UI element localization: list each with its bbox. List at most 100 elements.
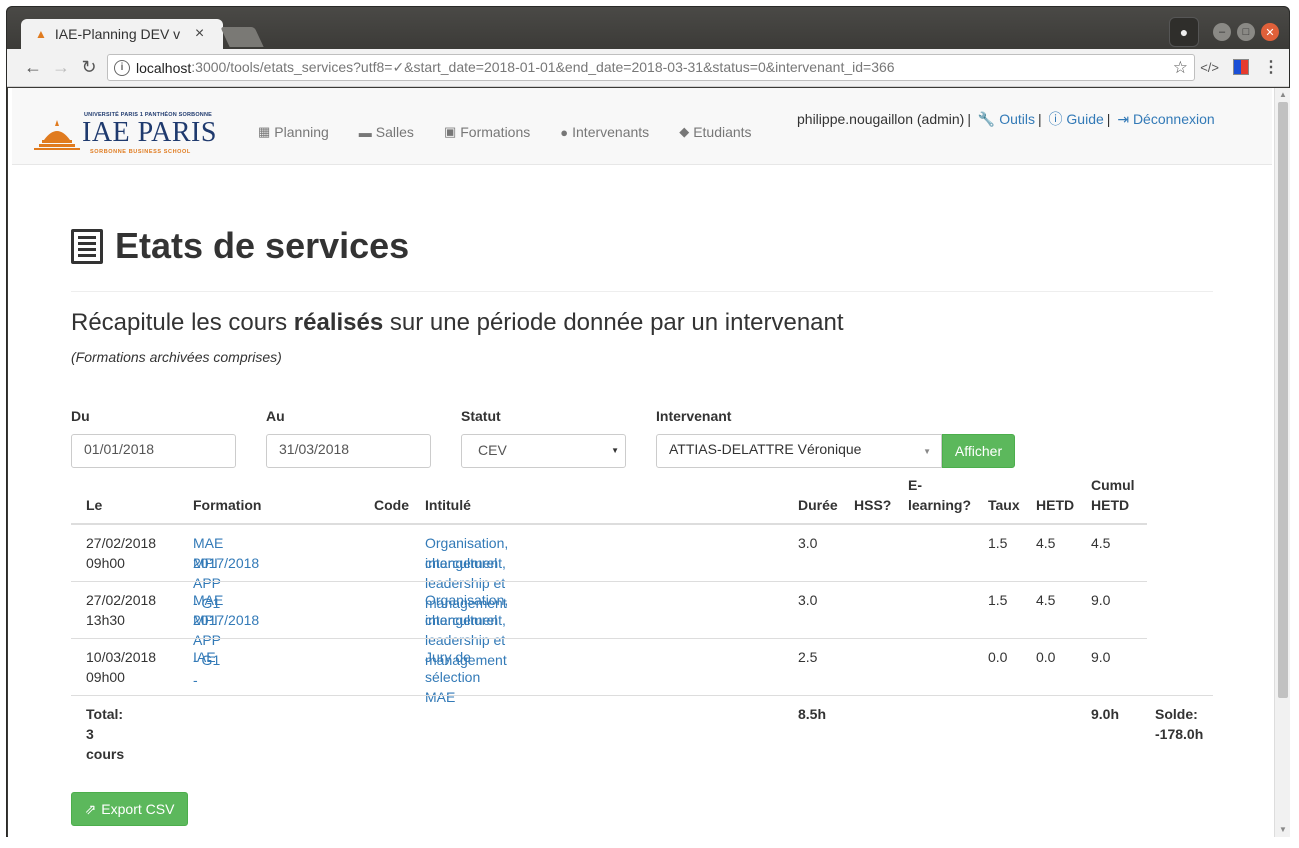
- user-area: philippe.nougaillon (admin) | 🔧 Outils | ⓘ…: [797, 109, 1215, 129]
- logo-sub-text: SORBONNE BUSINESS SCHOOL: [90, 149, 191, 155]
- maximize-icon[interactable]: □: [1237, 23, 1255, 41]
- menu-icon[interactable]: ⋮: [1263, 57, 1279, 77]
- separator: |: [1038, 111, 1042, 127]
- statut-select[interactable]: CEV ▼: [461, 434, 626, 468]
- browser-tab[interactable]: ▲ IAE-Planning DEV v ×: [21, 19, 223, 49]
- row-divider: [71, 638, 1147, 639]
- row2-formation-link[interactable]: MAE MPI APP - G1 -: [193, 590, 223, 690]
- tab-close-icon[interactable]: ×: [195, 25, 204, 43]
- logout-label: Déconnexion: [1132, 111, 1215, 127]
- nav-etudiants[interactable]: ◆ Etudiants: [679, 124, 751, 140]
- row1-formation-link-2[interactable]: 2017/2018: [193, 553, 259, 573]
- info-circle-icon: ⓘ: [1048, 111, 1063, 127]
- divider: [71, 291, 1213, 292]
- nav-etudiants-label: Etudiants: [693, 124, 752, 140]
- header-cumul-1: Cumul: [1091, 477, 1135, 493]
- scroll-down-icon[interactable]: ▼: [1278, 825, 1288, 835]
- export-csv-button[interactable]: ⇗ Export CSV: [71, 792, 188, 826]
- row1-intitule-link-2[interactable]: interculturel: [425, 553, 497, 573]
- minimize-icon[interactable]: –: [1213, 23, 1231, 41]
- row3-cumul: 9.0: [1091, 649, 1111, 665]
- row3-taux: 0.0: [988, 649, 1008, 665]
- scroll-thumb[interactable]: [1278, 102, 1288, 698]
- row1-cumul: 4.5: [1091, 535, 1111, 551]
- briefcase-icon: ▣: [443, 124, 457, 139]
- devtools-icon[interactable]: </>: [1200, 60, 1219, 75]
- nav-formations[interactable]: ▣ Formations: [444, 124, 530, 140]
- guide-link[interactable]: ⓘ Guide: [1049, 111, 1104, 127]
- header-intitule: Intitulé: [425, 497, 471, 513]
- user-name: philippe.nougaillon (admin): [797, 111, 965, 127]
- afficher-button[interactable]: Afficher: [942, 434, 1015, 468]
- row2-intitule-link-2[interactable]: interculturel: [425, 610, 497, 630]
- nav-planning[interactable]: ▦ Planning: [258, 124, 329, 140]
- share-square-icon: ⇗: [84, 800, 97, 817]
- au-date-input[interactable]: 31/03/2018: [266, 434, 431, 468]
- caret-down-icon: ▼: [611, 446, 619, 455]
- du-date-input[interactable]: 01/01/2018: [71, 434, 236, 468]
- intervenant-value: ATTIAS-DELATTRE Véronique: [669, 441, 862, 457]
- tab-title: IAE-Planning DEV v: [54, 26, 181, 42]
- nav-formations-label: Formations: [460, 124, 531, 140]
- nav-salles-label: Salles: [375, 124, 414, 140]
- row3-formation-link[interactable]: IAE: [193, 647, 216, 667]
- user-icon: ●: [560, 124, 569, 140]
- iae-logo[interactable]: UNIVERSITÉ PARIS 1 PANTHÉON SORBONNE IAE…: [34, 112, 216, 156]
- row1-time: 09h00: [86, 555, 125, 571]
- page-scrollbar[interactable]: ▲ ▼: [1274, 88, 1290, 837]
- back-icon[interactable]: ←: [19, 54, 47, 82]
- total-cumul: 9.0h: [1091, 706, 1120, 722]
- row2-taux: 1.5: [988, 592, 1008, 608]
- nav-planning-label: Planning: [274, 124, 329, 140]
- row2-cumul: 9.0: [1091, 592, 1111, 608]
- toolbar-extensions: </> ⋮: [1200, 57, 1279, 77]
- row2-date: 27/02/2018: [86, 592, 157, 608]
- row2-formation-link-2[interactable]: 2017/2018: [193, 610, 259, 630]
- nav-intervenants-label: Intervenants: [572, 124, 650, 140]
- guide-label: Guide: [1066, 111, 1104, 127]
- new-tab-button[interactable]: [220, 27, 264, 47]
- close-window-icon[interactable]: ✕: [1261, 23, 1279, 41]
- row-divider: [71, 695, 1213, 696]
- header-hss: HSS?: [854, 497, 892, 513]
- archived-note: (Formations archivées comprises): [71, 349, 282, 365]
- export-csv-label: Export CSV: [101, 801, 175, 817]
- reload-icon[interactable]: ↻: [75, 54, 103, 82]
- extension-icon[interactable]: [1233, 59, 1249, 75]
- subtitle-pre: Récapitule les cours: [71, 309, 294, 336]
- au-label: Au: [266, 408, 285, 424]
- du-group: Du 01/01/2018: [71, 408, 236, 468]
- row-divider: [71, 581, 1147, 582]
- bookmark-star-icon[interactable]: ☆: [1173, 58, 1188, 78]
- subtitle-post: sur une période donnée par un intervenan…: [383, 309, 844, 336]
- desk-icon: ▬: [358, 124, 372, 140]
- intervenant-row: ATTIAS-DELATTRE Véronique ▼ Afficher: [656, 434, 1015, 468]
- scroll-up-icon[interactable]: ▲: [1278, 90, 1288, 100]
- site-info-icon[interactable]: i: [114, 59, 130, 76]
- outils-label: Outils: [999, 111, 1035, 127]
- page-subtitle: Récapitule les cours réalisés sur une pé…: [71, 309, 844, 337]
- outils-link[interactable]: 🔧 Outils: [978, 111, 1035, 127]
- forward-icon[interactable]: →: [47, 54, 75, 82]
- separator: |: [967, 111, 971, 127]
- intervenant-group: Intervenant ATTIAS-DELATTRE Véronique ▼ …: [656, 408, 1015, 468]
- page-title: Etats de services: [71, 225, 409, 267]
- header-duree: Durée: [798, 497, 838, 513]
- graduation-cap-icon: ◆: [679, 124, 690, 139]
- profile-icon[interactable]: ●: [1169, 17, 1199, 47]
- nav-intervenants[interactable]: ● Intervenants: [560, 124, 649, 140]
- header-elearning-2: learning?: [908, 497, 972, 513]
- row3-duree: 2.5: [798, 649, 818, 665]
- logout-link[interactable]: ⇥ Déconnexion: [1117, 111, 1214, 127]
- url-path: :3000/tools/etats_services?utf8=✓&start_…: [191, 59, 895, 75]
- statut-value: CEV: [478, 442, 507, 458]
- row3-intitule-link[interactable]: Jury de sélection MAE: [425, 647, 480, 707]
- header-formation: Formation: [193, 497, 262, 513]
- header-cumul-2: HETD: [1091, 497, 1130, 513]
- row2-duree: 3.0: [798, 592, 818, 608]
- wrench-icon: 🔧: [977, 111, 996, 127]
- address-bar[interactable]: i localhost:3000/tools/etats_services?ut…: [107, 54, 1195, 81]
- nav-salles[interactable]: ▬ Salles: [359, 124, 414, 140]
- row3-time: 09h00: [86, 669, 125, 685]
- intervenant-select[interactable]: ATTIAS-DELATTRE Véronique ▼: [656, 434, 942, 468]
